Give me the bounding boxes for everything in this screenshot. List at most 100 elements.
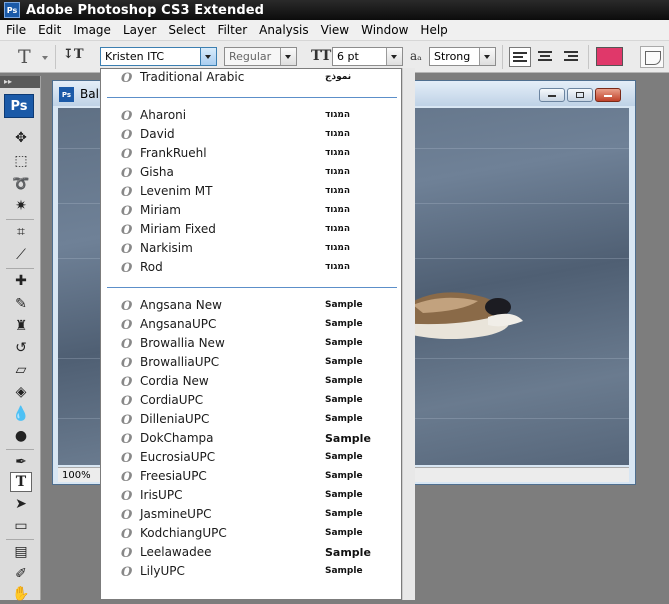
font-family-value: Kristen ITC: [105, 50, 165, 63]
menu-select[interactable]: Select: [162, 20, 211, 40]
font-list-item[interactable]: O DokChampa Sample: [101, 430, 401, 449]
font-list-item[interactable]: O CordiaUPC Sample: [101, 392, 401, 411]
brush-tool-icon[interactable]: ✎: [10, 294, 32, 314]
font-list-item[interactable]: O BrowalliaUPC Sample: [101, 354, 401, 373]
font-list-item[interactable]: O JasmineUPC Sample: [101, 506, 401, 525]
align-left-button[interactable]: [509, 47, 531, 67]
opentype-font-icon: O: [121, 71, 133, 86]
font-name: CordiaUPC: [140, 393, 204, 407]
menu-help[interactable]: Help: [414, 20, 453, 40]
font-name: IrisUPC: [140, 488, 183, 502]
opentype-font-icon: O: [121, 223, 133, 238]
tools-panel-header[interactable]: ▸▸: [0, 76, 40, 88]
text-orientation-toggle-icon[interactable]: ↧T: [63, 47, 85, 67]
clone-stamp-tool-icon[interactable]: ♜: [10, 316, 32, 336]
healing-brush-tool-icon[interactable]: ✚: [10, 271, 32, 291]
paint-bucket-tool-icon[interactable]: ◈: [10, 382, 32, 402]
chevron-down-icon[interactable]: [200, 48, 216, 65]
eyedropper-tool-icon[interactable]: ✐: [10, 564, 32, 584]
font-list-item[interactable]: O Narkisim המגוד: [101, 240, 401, 259]
font-list-item[interactable]: O DilleniaUPC Sample: [101, 411, 401, 430]
font-sample: Sample: [325, 490, 363, 500]
history-brush-tool-icon[interactable]: ↺: [10, 338, 32, 358]
font-sample: Sample: [325, 432, 371, 445]
opentype-font-icon: O: [121, 356, 133, 371]
anti-alias-select[interactable]: Strong: [429, 47, 496, 66]
font-list-item[interactable]: O Traditional Arabic نموذج: [101, 69, 401, 88]
font-name: Leelawadee: [140, 545, 212, 559]
font-list-item[interactable]: O Leelawadee Sample: [101, 544, 401, 563]
menu-view[interactable]: View: [315, 20, 355, 40]
photoshop-logo[interactable]: Ps: [4, 94, 34, 118]
minimize-button[interactable]: [539, 88, 565, 102]
font-list-item[interactable]: O Gisha המגוד: [101, 164, 401, 183]
font-list-item[interactable]: O FrankRuehl המגוד: [101, 145, 401, 164]
magic-wand-tool-icon[interactable]: ✷: [10, 196, 32, 216]
type-tool-icon[interactable]: T: [10, 472, 32, 492]
font-list-item[interactable]: O Levenim MT המגוד: [101, 183, 401, 202]
font-list-item[interactable]: O Miriam Fixed המגוד: [101, 221, 401, 240]
menu-edit[interactable]: Edit: [32, 20, 67, 40]
font-list-item[interactable]: O EucrosiaUPC Sample: [101, 449, 401, 468]
font-sample: המגוד: [325, 167, 351, 177]
menu-image[interactable]: Image: [67, 20, 117, 40]
font-list-item[interactable]: O Browallia New Sample: [101, 335, 401, 354]
rectangle-tool-icon[interactable]: ▭: [10, 516, 32, 536]
pen-tool-icon[interactable]: ✒: [10, 452, 32, 472]
title-bar: Ps Adobe Photoshop CS3 Extended: [0, 0, 669, 20]
text-color-swatch[interactable]: [596, 47, 623, 66]
opentype-font-icon: O: [121, 565, 133, 580]
font-list-item[interactable]: O LilyUPC Sample: [101, 563, 401, 582]
opentype-font-icon: O: [121, 527, 133, 542]
font-list-item[interactable]: O KodchiangUPC Sample: [101, 525, 401, 544]
font-name: Traditional Arabic: [140, 70, 245, 84]
notes-tool-icon[interactable]: ▤: [10, 542, 32, 562]
tool-preset-picker[interactable]: T: [8, 46, 48, 68]
marquee-tool-icon[interactable]: ⬚: [10, 151, 32, 171]
align-center-button[interactable]: [534, 47, 556, 67]
chevron-down-icon[interactable]: [479, 48, 495, 65]
font-list-item[interactable]: O Aharoni המגוד: [101, 107, 401, 126]
crop-tool-icon[interactable]: ⌗: [10, 222, 32, 242]
opentype-font-icon: O: [121, 546, 133, 561]
font-style-select[interactable]: Regular: [224, 47, 297, 66]
align-right-button[interactable]: [559, 47, 581, 67]
font-list-item[interactable]: O AngsanaUPC Sample: [101, 316, 401, 335]
font-list-item[interactable]: O Angsana New Sample: [101, 297, 401, 316]
font-family-select[interactable]: Kristen ITC: [100, 47, 217, 66]
font-size-select[interactable]: 6 pt: [332, 47, 403, 66]
opentype-font-icon: O: [121, 185, 133, 200]
opentype-font-icon: O: [121, 451, 133, 466]
path-selection-tool-icon[interactable]: ➤: [10, 494, 32, 514]
menu-filter[interactable]: Filter: [211, 20, 253, 40]
warp-text-icon[interactable]: [640, 46, 664, 68]
close-button[interactable]: [595, 88, 621, 102]
maximize-button[interactable]: [567, 88, 593, 102]
lasso-tool-icon[interactable]: ➰: [10, 174, 32, 194]
menu-file[interactable]: File: [0, 20, 32, 40]
font-list-item[interactable]: O Cordia New Sample: [101, 373, 401, 392]
menu-analysis[interactable]: Analysis: [253, 20, 314, 40]
menu-window[interactable]: Window: [355, 20, 414, 40]
anti-alias-icon: aₐ: [410, 49, 422, 63]
font-list-item[interactable]: O David המגוד: [101, 126, 401, 145]
chevron-down-icon[interactable]: [280, 48, 296, 65]
font-name: David: [140, 127, 175, 141]
blur-tool-icon[interactable]: 💧: [10, 404, 32, 424]
hand-tool-icon[interactable]: ✋: [10, 584, 32, 604]
anti-alias-value: Strong: [434, 50, 471, 63]
font-list-item[interactable]: O IrisUPC Sample: [101, 487, 401, 506]
font-list-item[interactable]: O FreesiaUPC Sample: [101, 468, 401, 487]
font-list-item[interactable]: O Miriam המגוד: [101, 202, 401, 221]
group-divider: [107, 287, 397, 288]
eraser-tool-icon[interactable]: ▱: [10, 360, 32, 380]
font-name: Cordia New: [140, 374, 209, 388]
slice-tool-icon[interactable]: ⟋: [10, 245, 32, 265]
dodge-tool-icon[interactable]: ●: [10, 426, 32, 446]
move-tool-icon[interactable]: ✥: [10, 128, 32, 148]
font-list-item[interactable]: O Rod המגוד: [101, 259, 401, 278]
font-sample: המגוד: [325, 148, 351, 158]
menu-layer[interactable]: Layer: [117, 20, 162, 40]
chevron-down-icon[interactable]: [386, 48, 402, 65]
dropdown-scrollbar[interactable]: [402, 68, 415, 600]
